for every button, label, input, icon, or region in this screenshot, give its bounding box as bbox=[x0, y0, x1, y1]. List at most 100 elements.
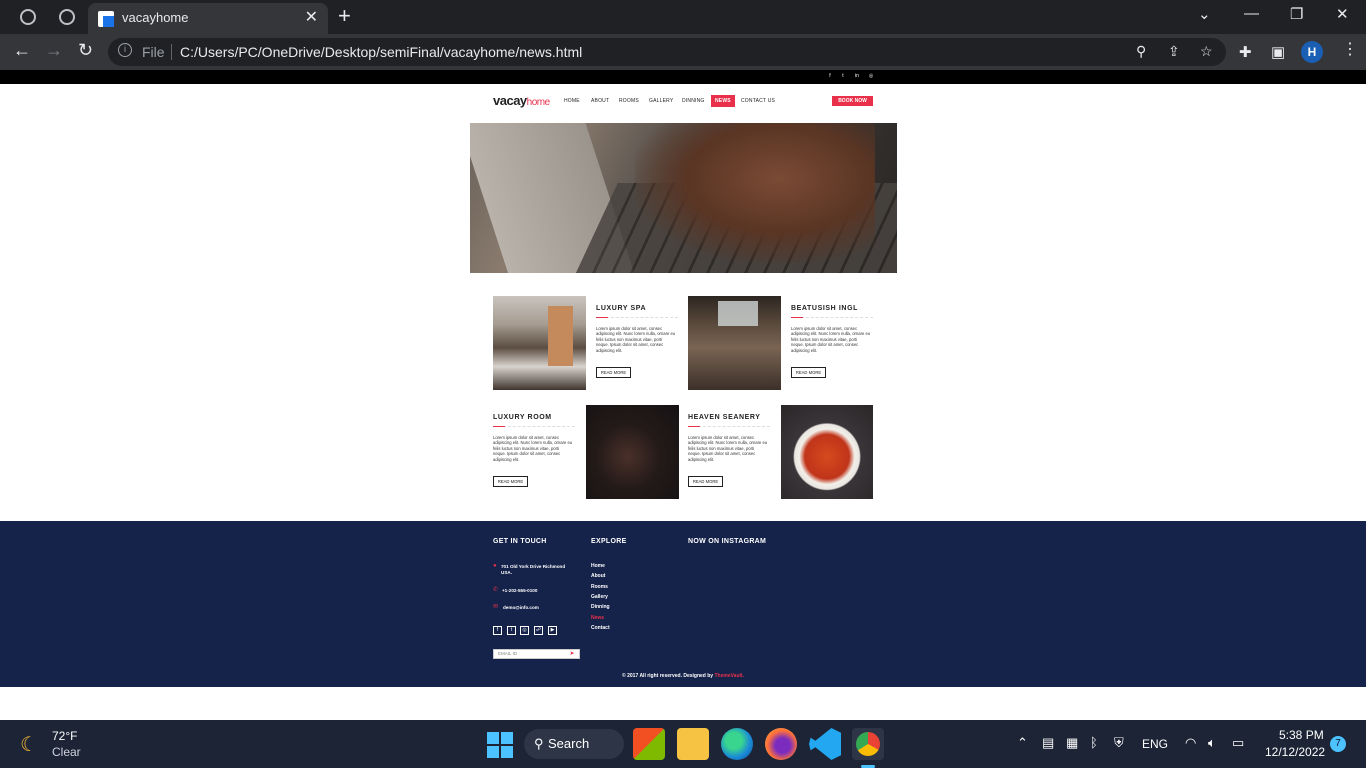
language-indicator[interactable]: ENG bbox=[1142, 737, 1168, 751]
tray-app-icon[interactable]: ▤ bbox=[1042, 735, 1054, 751]
top-social-strip: f t in ◎ bbox=[0, 70, 1366, 84]
browser-tab-bar: vacayhome ✕ + ⌄ — ❐ ✕ bbox=[0, 0, 1366, 34]
youtube-icon[interactable]: ▶ bbox=[548, 626, 557, 635]
clock-time[interactable]: 5:38 PM bbox=[1279, 728, 1324, 742]
reload-icon[interactable]: ↻ bbox=[78, 40, 93, 61]
url-text[interactable]: C:/Users/PC/OneDrive/Desktop/semiFinal/v… bbox=[180, 44, 582, 60]
footer-link-home[interactable]: Home bbox=[591, 563, 605, 569]
facebook-icon[interactable]: f bbox=[493, 626, 502, 635]
menu-kebab-icon[interactable]: ⋮ bbox=[1342, 39, 1358, 59]
volume-icon[interactable]: 🔈︎ bbox=[1208, 735, 1216, 751]
linkedin-icon[interactable]: in bbox=[854, 73, 860, 79]
nav-dinning[interactable]: DINNING bbox=[682, 98, 705, 104]
facebook-icon[interactable]: f bbox=[827, 73, 833, 79]
moon-icon[interactable]: ☾ bbox=[20, 732, 38, 757]
instagram-icon[interactable]: ◎ bbox=[868, 73, 874, 79]
weather-temperature[interactable]: 72°F bbox=[52, 729, 77, 743]
chevron-up-icon[interactable]: ⌃ bbox=[1017, 735, 1028, 751]
extensions-icon[interactable]: ✚ bbox=[1239, 43, 1252, 61]
tab-search-icon[interactable]: ⌄ bbox=[1198, 5, 1211, 23]
firefox-icon[interactable] bbox=[765, 728, 797, 760]
footer-link-rooms[interactable]: Rooms bbox=[591, 584, 608, 590]
hero-image-laptop bbox=[470, 123, 897, 273]
forward-icon[interactable]: → bbox=[45, 40, 63, 61]
card-title[interactable]: LUXURY ROOM bbox=[493, 414, 552, 421]
nav-about[interactable]: ABOUT bbox=[591, 98, 609, 104]
clock-date[interactable]: 12/12/2022 bbox=[1265, 745, 1325, 759]
info-icon[interactable]: i bbox=[118, 43, 132, 57]
address-bar[interactable]: i File C:/Users/PC/OneDrive/Desktop/semi… bbox=[108, 38, 1226, 66]
windows-taskbar: ☾ 72°F Clear ⚲ Search ⌃ ▤ ▦ ᛒ ⛨ ENG ◠ 🔈︎… bbox=[0, 720, 1366, 768]
card-image-food[interactable] bbox=[781, 405, 873, 499]
footer-email[interactable]: demo@info.com bbox=[503, 605, 539, 611]
card-title[interactable]: HEAVEN SEANERY bbox=[688, 414, 761, 421]
email-input[interactable]: EMAIL ID ➤ bbox=[493, 649, 580, 659]
card-divider bbox=[596, 317, 678, 318]
close-window-icon[interactable]: ✕ bbox=[1336, 5, 1349, 23]
site-logo[interactable]: vacayhome bbox=[493, 93, 550, 108]
nav-rooms[interactable]: ROOMS bbox=[619, 98, 639, 104]
designer-link[interactable]: ThemeVault. bbox=[714, 673, 743, 679]
side-panel-icon[interactable]: ▣ bbox=[1271, 43, 1285, 61]
footer-link-news[interactable]: News bbox=[591, 615, 604, 621]
new-tab-icon[interactable]: + bbox=[338, 3, 351, 29]
tab-title: vacayhome bbox=[122, 10, 189, 25]
globe-icon[interactable] bbox=[20, 9, 36, 25]
hands-shape bbox=[635, 123, 875, 263]
weather-condition[interactable]: Clear bbox=[52, 745, 81, 759]
send-icon[interactable]: ➤ bbox=[565, 650, 579, 658]
footer-phone[interactable]: +1-202-555-0100 bbox=[502, 588, 537, 594]
read-more-button[interactable]: READ MORE bbox=[791, 367, 826, 378]
nav-home[interactable]: HOME bbox=[564, 98, 580, 104]
read-more-button[interactable]: READ MORE bbox=[596, 367, 631, 378]
browser-toolbar: ← → ↻ i File C:/Users/PC/OneDrive/Deskto… bbox=[0, 34, 1366, 70]
zoom-icon[interactable]: ⚲ bbox=[1136, 43, 1146, 60]
card-divider bbox=[493, 426, 575, 427]
share-icon[interactable]: ⇪ bbox=[1168, 43, 1180, 60]
chrome-icon bbox=[856, 732, 880, 756]
notification-badge[interactable]: 7 bbox=[1330, 736, 1346, 752]
read-more-button[interactable]: READ MORE bbox=[493, 476, 528, 487]
flickr-icon[interactable]: ☍ bbox=[534, 626, 543, 635]
nav-contact[interactable]: CONTACT US bbox=[741, 98, 775, 104]
footer-link-gallery[interactable]: Gallery bbox=[591, 594, 608, 600]
profile-avatar[interactable]: H bbox=[1301, 41, 1323, 63]
edge-icon[interactable] bbox=[721, 728, 753, 760]
wifi-icon[interactable]: ◠ bbox=[1185, 735, 1196, 751]
bookmark-star-icon[interactable]: ☆ bbox=[1200, 43, 1213, 60]
nav-news[interactable]: NEWS bbox=[711, 95, 735, 107]
file-explorer-icon[interactable] bbox=[677, 728, 709, 760]
card-title[interactable]: BEATUSISH INGL bbox=[791, 305, 858, 312]
close-icon[interactable]: ✕ bbox=[305, 7, 318, 27]
instagram-icon[interactable]: ◎ bbox=[520, 626, 529, 635]
battery-icon[interactable]: ▭ bbox=[1232, 735, 1244, 751]
twitter-icon[interactable]: t bbox=[507, 626, 516, 635]
card-title[interactable]: LUXURY SPA bbox=[596, 305, 646, 312]
card-image-restaurant[interactable] bbox=[688, 296, 781, 390]
tray-network-app-icon[interactable]: ▦ bbox=[1066, 735, 1078, 751]
chrome-taskbar-item[interactable] bbox=[852, 728, 884, 760]
footer-link-about[interactable]: About bbox=[591, 573, 605, 579]
nav-gallery[interactable]: GALLERY bbox=[649, 98, 673, 104]
search-icon: ⚲ bbox=[534, 736, 544, 751]
defender-icon[interactable]: ⛨ bbox=[1114, 735, 1124, 751]
footer-link-dinning[interactable]: Dinning bbox=[591, 604, 610, 610]
globe-icon[interactable] bbox=[59, 9, 75, 25]
window-shape bbox=[718, 301, 758, 326]
taskbar-search[interactable]: ⚲ Search bbox=[524, 729, 624, 759]
restore-icon[interactable]: ❐ bbox=[1290, 5, 1303, 23]
vscode-icon[interactable] bbox=[809, 728, 841, 760]
twitter-icon[interactable]: t bbox=[840, 73, 846, 79]
footer-link-contact[interactable]: Contact bbox=[591, 625, 610, 631]
minimize-icon[interactable]: — bbox=[1244, 5, 1259, 22]
card-image-room[interactable] bbox=[586, 405, 679, 499]
read-more-button[interactable]: READ MORE bbox=[688, 476, 723, 487]
tab-vacayhome[interactable]: vacayhome ✕ bbox=[88, 3, 328, 34]
book-now-button[interactable]: BOOK NOW bbox=[832, 96, 873, 106]
back-icon[interactable]: ← bbox=[13, 40, 31, 61]
start-button-icon[interactable] bbox=[484, 728, 516, 760]
location-pin-icon: ● bbox=[493, 563, 497, 569]
bluetooth-icon[interactable]: ᛒ bbox=[1090, 735, 1098, 750]
card-image-spa[interactable] bbox=[493, 296, 586, 390]
store-icon[interactable] bbox=[633, 728, 665, 760]
